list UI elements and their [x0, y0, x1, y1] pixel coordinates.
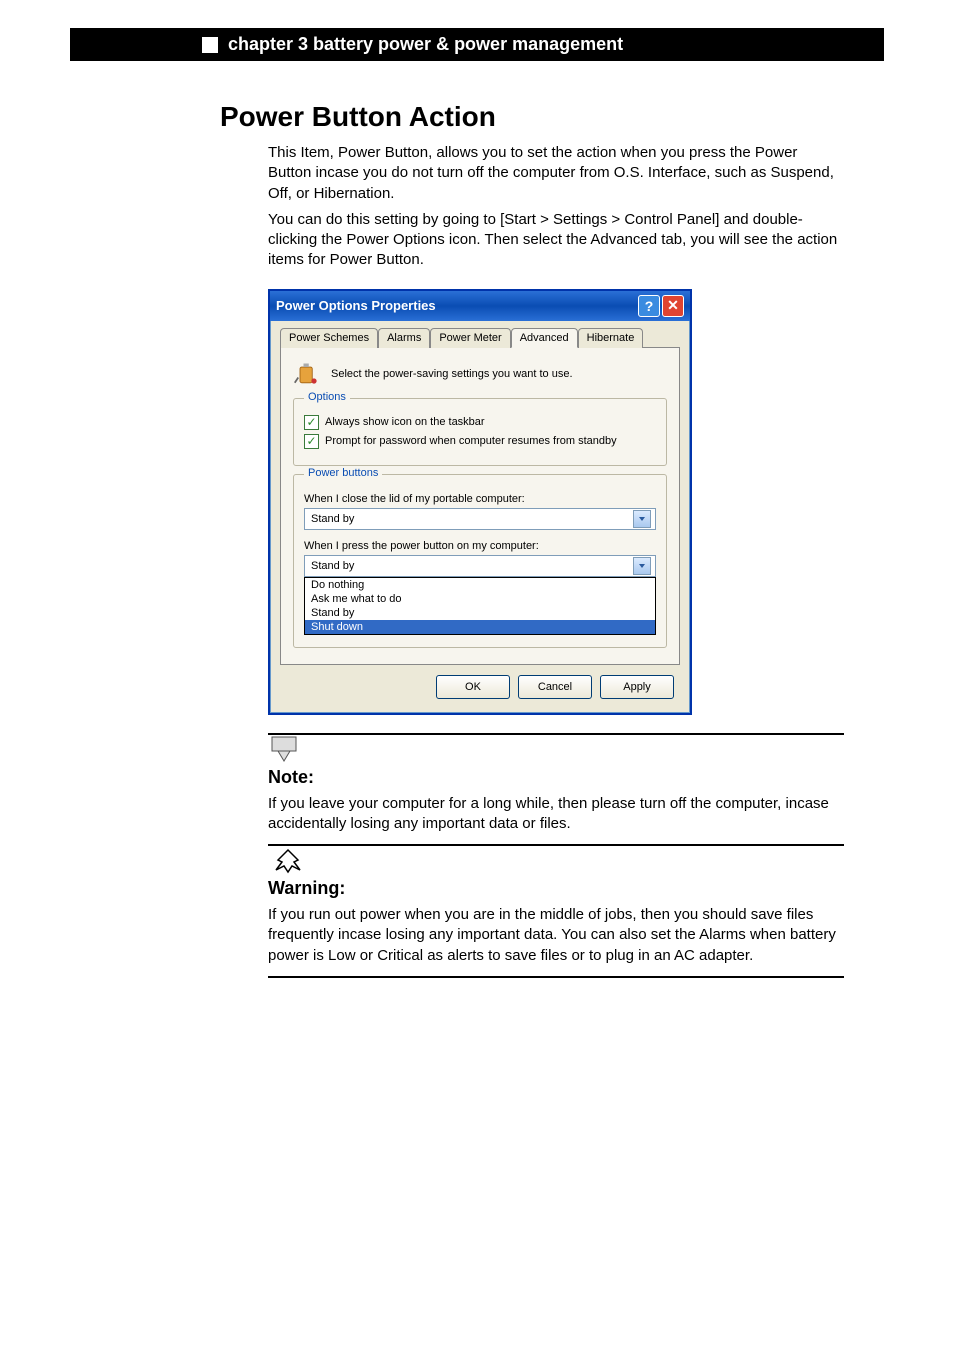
options-legend: Options: [304, 391, 350, 403]
power-button-dropdown[interactable]: Do nothing Ask me what to do Stand by Sh…: [304, 577, 656, 635]
header-square-icon: [202, 37, 218, 53]
tab-advanced[interactable]: Advanced: [511, 328, 578, 348]
dialog-tabs: Power Schemes Alarms Power Meter Advance…: [280, 328, 680, 348]
warning-text: If you run out power when you are in the…: [268, 905, 844, 966]
dropdown-option-selected[interactable]: Shut down: [305, 620, 655, 634]
chevron-down-icon: [633, 510, 651, 528]
power-buttons-group: Power buttons When I close the lid of my…: [293, 474, 667, 648]
checkbox-icon: ✓: [304, 415, 319, 430]
dialog-button-row: OK Cancel Apply: [280, 665, 680, 703]
intro-text: Select the power-saving settings you wan…: [331, 368, 573, 380]
options-group: Options ✓ Always show icon on the taskba…: [293, 398, 667, 466]
dialog-title: Power Options Properties: [276, 298, 436, 313]
warning-icon: [268, 846, 308, 874]
chapter-line: chapter 3 battery power & power manageme…: [228, 34, 623, 55]
tab-hibernate[interactable]: Hibernate: [578, 328, 644, 348]
checkbox-icon: ✓: [304, 434, 319, 449]
help-button[interactable]: ?: [638, 295, 660, 317]
tab-alarms[interactable]: Alarms: [378, 328, 430, 348]
section-title: Power Button Action: [220, 101, 954, 133]
power-options-dialog: Power Options Properties ? ✕ Power Schem…: [268, 289, 692, 715]
checkbox-label: Always show icon on the taskbar: [325, 416, 485, 428]
tab-panel-advanced: Select the power-saving settings you wan…: [280, 347, 680, 665]
tab-power-schemes[interactable]: Power Schemes: [280, 328, 378, 348]
warning-label: Warning:: [268, 878, 345, 899]
dropdown-option[interactable]: Do nothing: [305, 578, 655, 592]
cancel-button[interactable]: Cancel: [518, 675, 592, 699]
note-block: Note:: [268, 735, 844, 788]
power-button-value: Stand by: [311, 560, 354, 572]
apply-button[interactable]: Apply: [600, 675, 674, 699]
section-paragraph-1: This Item, Power Button, allows you to s…: [268, 143, 844, 204]
power-buttons-legend: Power buttons: [304, 467, 382, 479]
ok-button[interactable]: OK: [436, 675, 510, 699]
chevron-down-icon: [633, 557, 651, 575]
dialog-titlebar[interactable]: Power Options Properties ? ✕: [270, 291, 690, 321]
power-button-select[interactable]: Stand by: [304, 555, 656, 577]
dropdown-option[interactable]: Ask me what to do: [305, 592, 655, 606]
checkbox-taskbar-icon[interactable]: ✓ Always show icon on the taskbar: [304, 415, 656, 430]
lid-close-select[interactable]: Stand by: [304, 508, 656, 530]
note-label: Note:: [268, 767, 314, 788]
section-paragraph-2: You can do this setting by going to [Sta…: [268, 210, 844, 271]
close-button[interactable]: ✕: [662, 295, 684, 317]
divider: [268, 976, 844, 978]
lid-close-value: Stand by: [311, 513, 354, 525]
checkbox-password-prompt[interactable]: ✓ Prompt for password when computer resu…: [304, 434, 656, 449]
page-header: chapter 3 battery power & power manageme…: [70, 28, 884, 61]
power-button-label: When I press the power button on my comp…: [304, 540, 656, 552]
note-text: If you leave your computer for a long wh…: [268, 794, 844, 835]
note-icon: [268, 735, 308, 763]
battery-plug-icon: [293, 360, 321, 388]
warning-block: Warning:: [268, 846, 844, 899]
tab-power-meter[interactable]: Power Meter: [430, 328, 510, 348]
lid-close-label: When I close the lid of my portable comp…: [304, 493, 656, 505]
checkbox-label: Prompt for password when computer resume…: [325, 435, 617, 447]
dropdown-option[interactable]: Stand by: [305, 606, 655, 620]
